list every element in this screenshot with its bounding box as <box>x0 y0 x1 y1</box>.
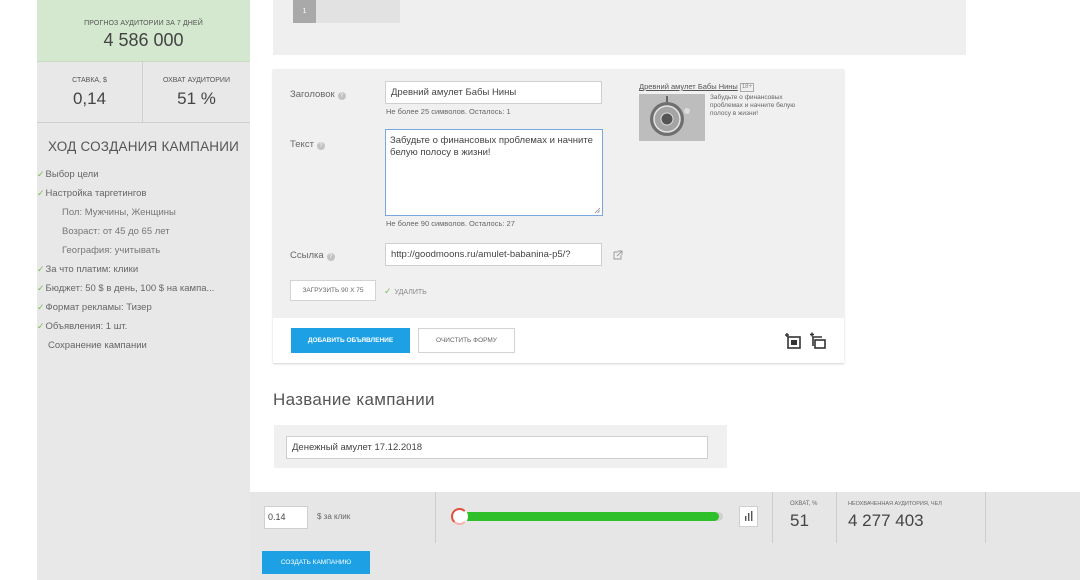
bid-slider-fill <box>456 512 719 521</box>
bottom-bar: 0.14 $ за клик ОХВАТ, % 51 НЕОХВАЧЕННАЯ … <box>250 492 1080 580</box>
sidebar: ПРОГНОЗ АУДИТОРИИ ЗА 7 ДНЕЙ 4 586 000 СТ… <box>37 0 250 580</box>
progress-step-label: Пол: Мужчины, Женщины <box>62 207 176 218</box>
progress-step[interactable]: ✓Формат рекламы: Тизер <box>37 302 152 317</box>
progress-step-label: География: учитывать <box>62 245 161 256</box>
bid-stat: СТАВКА, $ 0,14 <box>37 62 143 123</box>
external-link-icon[interactable] <box>613 250 623 260</box>
unreached-caption: НЕОХВАЧЕННАЯ АУДИТОРИЯ, ЧЕЛ <box>848 501 942 507</box>
check-icon: ✓ <box>37 321 45 331</box>
check-icon: ✓ <box>384 286 392 296</box>
pager-page-1[interactable]: 1 <box>293 0 316 23</box>
progress-step[interactable]: ✓Настройка таргетингов <box>37 188 146 203</box>
unreached-section: НЕОХВАЧЕННАЯ АУДИТОРИЯ, ЧЕЛ 4 277 403 <box>837 492 986 543</box>
progress-title: ХОД СОЗДАНИЯ КАМПАНИИ <box>48 139 240 154</box>
progress-step[interactable]: Возраст: от 45 до 65 лет <box>62 226 170 241</box>
amulet-image <box>639 94 705 141</box>
create-campaign-button[interactable]: СОЗДАТЬ КАМПАНИЮ <box>262 551 370 574</box>
progress-step[interactable]: ✓Выбор цели <box>37 169 99 184</box>
progress-step-label: Возраст: от 45 до 65 лет <box>62 226 170 237</box>
bid-input[interactable]: 0.14 <box>264 506 308 529</box>
page-root: ПРОГНОЗ АУДИТОРИИ ЗА 7 ДНЕЙ 4 586 000 СТ… <box>0 0 1080 580</box>
progress-step[interactable]: ✓Бюджет: 50 $ в день, 100 $ на кампа... <box>37 283 214 298</box>
progress-step-label: Объявления: 1 шт. <box>45 321 128 332</box>
campaign-name-title: Название кампании <box>273 390 435 409</box>
progress-step[interactable]: ✓За что платим: клики <box>37 264 138 279</box>
headline-input[interactable]: Древний амулет Бабы Нины <box>385 81 602 104</box>
reach-percent-caption: ОХВАТ, % <box>790 501 818 507</box>
clear-form-button[interactable]: ОЧИСТИТЬ ФОРМУ <box>418 328 515 353</box>
copy-teaser-icon[interactable] <box>809 332 827 350</box>
sidebar-stats: СТАВКА, $ 0,14 ОХВАТ АУДИТОРИИ 51 % <box>37 62 250 123</box>
check-icon: ✓ <box>37 169 45 179</box>
text-textarea[interactable]: Забудьте о финансовых проблемах и начнит… <box>385 129 603 216</box>
progress-step[interactable]: География: учитывать <box>62 245 160 260</box>
reach-caption: ОХВАТ АУДИТОРИИ <box>163 77 230 84</box>
ad-form-card: Заголовок? Древний амулет Бабы Нины Не б… <box>273 69 844 363</box>
progress-step-label: Настройка таргетингов <box>45 188 147 199</box>
check-icon: ✓ <box>37 302 45 312</box>
add-teaser-icon[interactable] <box>784 332 802 350</box>
progress-step-label: Сохранение кампании <box>48 340 147 351</box>
ad-pager: 1 <box>273 0 966 55</box>
text-label: Текст? <box>290 139 325 150</box>
add-ad-button[interactable]: ДОБАВИТЬ ОБЪЯВЛЕНИЕ <box>291 328 410 353</box>
bid-value: 0,14 <box>72 89 107 108</box>
pager-tab: 1 <box>293 0 400 23</box>
progress-step-label: Выбор цели <box>45 169 99 180</box>
help-icon[interactable]: ? <box>316 142 325 150</box>
bid-slider-section <box>436 492 773 543</box>
progress-step-label: Формат рекламы: Тизер <box>45 302 152 313</box>
reach-value: 51 % <box>177 89 216 108</box>
unreached-value: 4 277 403 <box>848 511 924 530</box>
preview-title[interactable]: Древний амулет Бабы Нины 18+ <box>639 82 755 92</box>
delete-image-link[interactable]: ✓ УДАЛИТЬ <box>384 286 427 297</box>
forecast-caption: ПРОГНОЗ АУДИТОРИИ ЗА 7 ДНЕЙ <box>84 20 203 27</box>
bid-caption: СТАВКА, $ <box>72 77 107 84</box>
check-icon: ✓ <box>37 264 45 274</box>
stats-chart-button[interactable] <box>739 506 758 527</box>
progress-step-label: Бюджет: 50 $ в день, 100 $ на кампа... <box>45 283 215 294</box>
link-label: Ссылка? <box>290 250 335 261</box>
headline-hint: Не более 25 символов. Осталось: 1 <box>386 107 511 116</box>
help-icon[interactable]: ? <box>337 92 346 100</box>
bar-chart-icon <box>745 511 753 521</box>
check-icon: ✓ <box>37 188 45 198</box>
link-input[interactable]: http://goodmoons.ru/amulet-babanina-p5/? <box>385 243 602 266</box>
progress-step-label: За что платим: клики <box>45 264 139 275</box>
preview-text: Забудьте о финансовых проблемах и начнит… <box>710 94 796 117</box>
reach-section: ОХВАТ, % 51 <box>773 492 837 543</box>
forecast-value: 4 586 000 <box>103 30 184 50</box>
campaign-name-input[interactable]: Денежный амулет 17.12.2018 <box>286 436 708 459</box>
bid-slider-handle[interactable] <box>451 508 468 525</box>
bid-section: 0.14 $ за клик <box>250 492 436 543</box>
progress-step[interactable]: Пол: Мужчины, Женщины <box>62 207 176 222</box>
headline-label: Заголовок? <box>290 89 346 100</box>
progress-step[interactable]: Сохранение кампании <box>48 340 147 355</box>
upload-image-button[interactable]: ЗАГРУЗИТЬ 90 Х 75 <box>290 280 376 301</box>
campaign-name-card: Денежный амулет 17.12.2018 <box>274 425 727 468</box>
preview-image <box>639 94 705 141</box>
reach-percent-value: 51 <box>790 511 809 530</box>
reach-stat: ОХВАТ АУДИТОРИИ 51 % <box>143 62 250 123</box>
progress-step[interactable]: ✓Объявления: 1 шт. <box>37 321 127 336</box>
help-icon[interactable]: ? <box>326 253 335 261</box>
text-hint: Не более 90 символов. Осталось: 27 <box>386 219 515 228</box>
check-icon: ✓ <box>37 283 45 293</box>
bid-slider-track[interactable] <box>456 512 723 521</box>
audience-forecast: ПРОГНОЗ АУДИТОРИИ ЗА 7 ДНЕЙ 4 586 000 <box>37 0 250 62</box>
text-value: Забудьте о финансовых проблемах и начнит… <box>390 135 593 158</box>
bid-unit: $ за клик <box>317 512 351 521</box>
age-badge: 18+ <box>739 83 755 92</box>
resize-handle-icon[interactable] <box>594 207 601 214</box>
